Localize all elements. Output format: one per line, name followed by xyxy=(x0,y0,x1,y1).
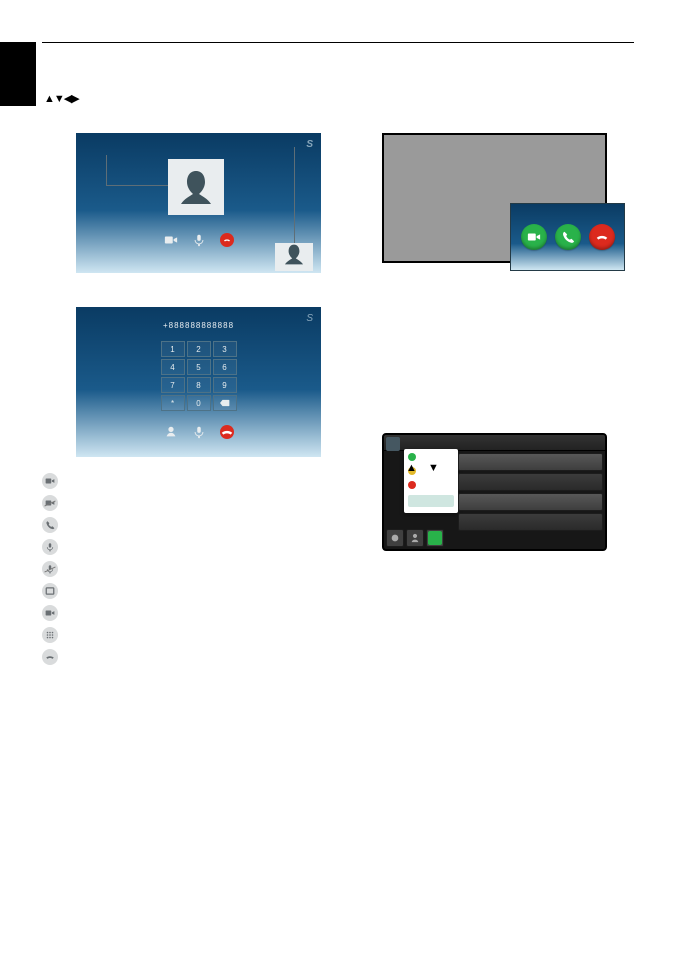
top-rule xyxy=(42,42,634,43)
legend-row xyxy=(42,561,322,577)
callout-line xyxy=(294,147,295,243)
legend-row xyxy=(42,473,322,489)
hangup-button[interactable] xyxy=(220,425,234,439)
status-panel-screenshot xyxy=(382,433,607,551)
key-6[interactable]: 6 xyxy=(213,359,237,375)
list-item[interactable] xyxy=(458,473,603,491)
mic-icon[interactable] xyxy=(192,233,206,247)
phone-icon xyxy=(42,517,58,533)
incoming-call-popup xyxy=(510,203,625,271)
key-3[interactable]: 3 xyxy=(213,341,237,357)
list-item[interactable] xyxy=(458,453,603,471)
video-call-screenshot: S xyxy=(76,133,321,273)
status-online[interactable] xyxy=(408,453,416,461)
decline-button[interactable] xyxy=(589,224,615,250)
video-icon xyxy=(42,473,58,489)
callout-line xyxy=(106,185,168,186)
video-icon[interactable] xyxy=(164,233,178,247)
app-logo: S xyxy=(306,139,313,150)
call-toolbar xyxy=(76,233,321,247)
page-tab-marker xyxy=(0,42,36,106)
video-off-icon xyxy=(42,495,58,511)
answer-video-button[interactable] xyxy=(521,224,547,250)
self-avatar[interactable] xyxy=(386,437,400,451)
legend-row xyxy=(42,649,322,665)
incoming-call-screenshot xyxy=(382,133,607,263)
key-2[interactable]: 2 xyxy=(187,341,211,357)
icon-legend xyxy=(42,473,322,665)
contact-icon[interactable] xyxy=(164,425,178,439)
video-alt-icon xyxy=(42,605,58,621)
legend-row xyxy=(42,495,322,511)
dialpad-icon xyxy=(42,627,58,643)
key-1[interactable]: 1 xyxy=(161,341,185,357)
mic-icon xyxy=(42,539,58,555)
hangup-icon xyxy=(42,649,58,665)
legend-row xyxy=(42,539,322,555)
list-item[interactable] xyxy=(458,513,603,531)
key-4[interactable]: 4 xyxy=(161,359,185,375)
key-5[interactable]: 5 xyxy=(187,359,211,375)
legend-row xyxy=(42,583,322,599)
key-backspace[interactable] xyxy=(213,395,237,411)
key-9[interactable]: 9 xyxy=(213,377,237,393)
key-8[interactable]: 8 xyxy=(187,377,211,393)
self-preview xyxy=(275,243,313,271)
dialpad-screenshot: S +888888888888 1 2 3 4 5 6 7 8 9 * 0 xyxy=(76,307,321,457)
direction-arrows: ▲▼◀▶ xyxy=(44,92,79,105)
keypad: 1 2 3 4 5 6 7 8 9 * 0 xyxy=(161,341,237,411)
legend-row xyxy=(42,605,322,621)
mic-icon[interactable] xyxy=(192,425,206,439)
bottom-actions xyxy=(386,529,444,547)
mic-off-icon xyxy=(42,561,58,577)
list-item[interactable] xyxy=(458,493,603,511)
key-star[interactable]: * xyxy=(161,395,185,411)
status-indicator[interactable] xyxy=(426,529,444,547)
status-invisible[interactable] xyxy=(408,495,454,507)
legend-row xyxy=(42,517,322,533)
fullscreen-icon xyxy=(42,583,58,599)
key-7[interactable]: 7 xyxy=(161,377,185,393)
up-down-arrows: ▲ ▼ xyxy=(406,462,443,474)
hangup-button[interactable] xyxy=(220,233,234,247)
view-toggle[interactable] xyxy=(386,529,404,547)
status-dropdown[interactable] xyxy=(404,449,458,513)
dial-number: +888888888888 xyxy=(76,321,321,330)
remote-avatar xyxy=(168,159,224,215)
legend-row xyxy=(42,627,322,643)
answer-audio-button[interactable] xyxy=(555,224,581,250)
status-busy[interactable] xyxy=(408,481,416,489)
contact-list xyxy=(458,453,603,547)
contact-action[interactable] xyxy=(406,529,424,547)
dial-toolbar xyxy=(76,425,321,439)
key-0[interactable]: 0 xyxy=(187,395,211,411)
callout-line xyxy=(106,155,107,185)
